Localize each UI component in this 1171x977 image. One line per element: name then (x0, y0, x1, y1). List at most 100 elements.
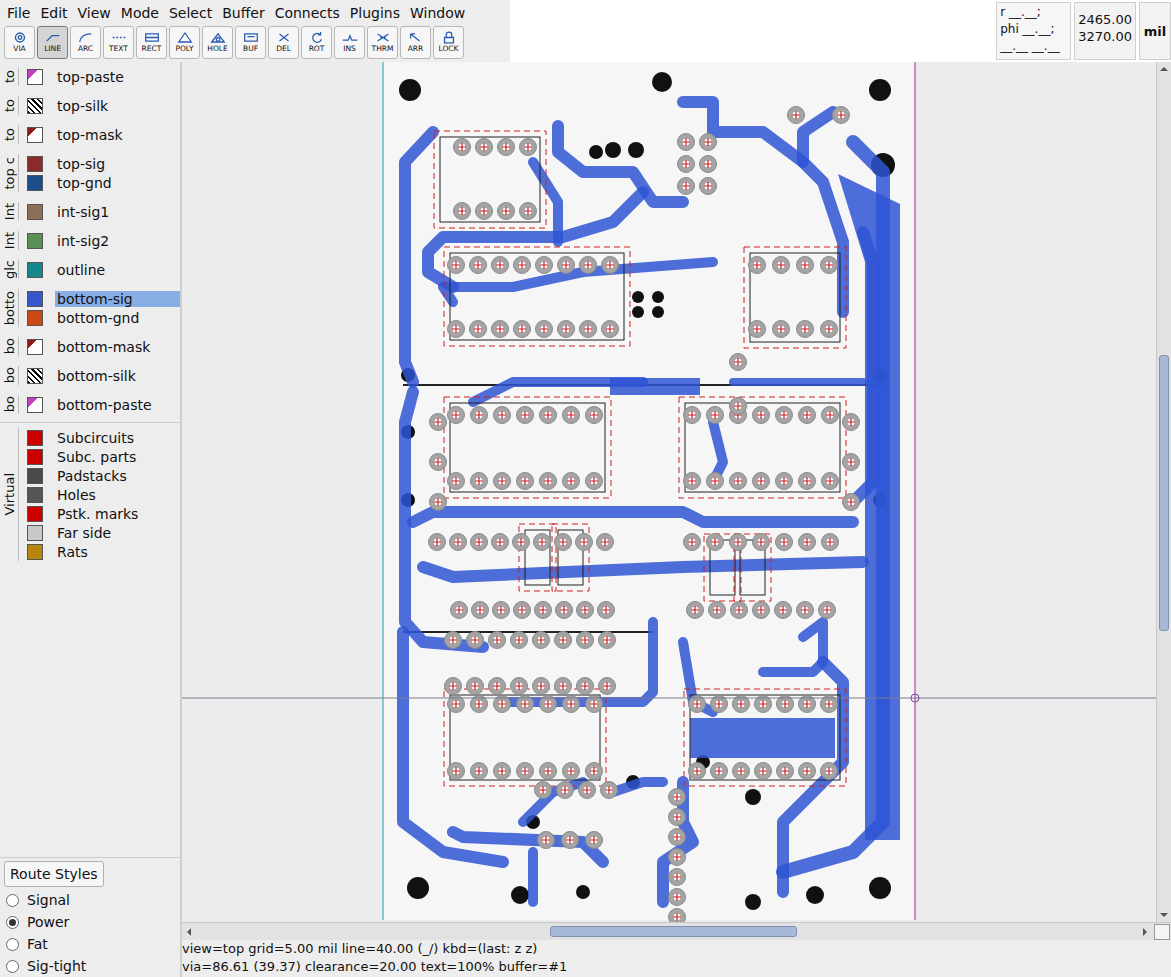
pad[interactable] (498, 139, 515, 156)
layer-swatch[interactable] (27, 339, 43, 355)
part-outline[interactable] (744, 247, 846, 348)
trace[interactable] (423, 562, 863, 577)
group-label[interactable]: Int (0, 202, 19, 221)
pad[interactable] (511, 632, 528, 649)
pad[interactable] (555, 632, 572, 649)
pad[interactable] (687, 602, 704, 619)
pad[interactable] (776, 534, 793, 551)
tool-button[interactable]: INS (334, 26, 365, 59)
layer-swatch[interactable] (27, 310, 43, 326)
group-label[interactable]: glc (0, 260, 19, 279)
pad[interactable] (448, 321, 465, 338)
pad[interactable] (534, 534, 551, 551)
tool-button[interactable]: BUF (235, 26, 266, 59)
pad[interactable] (598, 602, 615, 619)
part-outline[interactable] (704, 534, 741, 601)
pad[interactable] (493, 602, 510, 619)
pad[interactable] (821, 257, 838, 274)
pad[interactable] (678, 134, 695, 151)
pad[interactable] (799, 407, 816, 424)
pad[interactable] (707, 534, 724, 551)
pad[interactable] (773, 257, 790, 274)
pad[interactable] (580, 321, 597, 338)
trace[interactable] (683, 102, 843, 312)
pad[interactable] (669, 909, 686, 923)
board-drawing[interactable] (182, 62, 1156, 922)
radio-icon[interactable] (6, 916, 19, 929)
trace[interactable] (428, 192, 643, 287)
group-label[interactable]: to (0, 67, 19, 86)
pad[interactable] (586, 832, 603, 849)
pad[interactable] (822, 473, 839, 490)
pad[interactable] (471, 407, 488, 424)
layer-row[interactable]: bottom-sig (19, 289, 180, 308)
pad[interactable] (776, 407, 793, 424)
tool-button[interactable]: ROT (301, 26, 332, 59)
pad[interactable] (797, 321, 814, 338)
layer-row[interactable]: top-mask (19, 125, 180, 144)
layer-swatch[interactable] (27, 262, 43, 278)
trace[interactable] (558, 126, 683, 202)
pad[interactable] (753, 407, 770, 424)
pad[interactable] (558, 321, 575, 338)
pad[interactable] (601, 782, 618, 799)
pad[interactable] (520, 203, 537, 220)
pad[interactable] (599, 632, 616, 649)
scroll-thumb[interactable] (550, 926, 797, 937)
pad[interactable] (843, 494, 860, 511)
pad[interactable] (430, 494, 447, 511)
menu-item[interactable]: Connects (270, 5, 345, 21)
layer-swatch[interactable] (27, 544, 43, 560)
layer-row[interactable]: Subcircuits (19, 428, 180, 447)
pad[interactable] (555, 534, 572, 551)
layer-row[interactable]: bottom-paste (19, 395, 180, 414)
tool-button[interactable]: DEL (268, 26, 299, 59)
tool-button[interactable]: HOLE (202, 26, 233, 59)
scroll-thumb[interactable] (1159, 355, 1169, 632)
pad[interactable] (445, 632, 462, 649)
layer-row[interactable]: bottom-silk (19, 366, 180, 385)
pad[interactable] (448, 257, 465, 274)
pad[interactable] (579, 782, 596, 799)
copper-polygon[interactable] (838, 174, 900, 840)
pad[interactable] (773, 321, 790, 338)
pad[interactable] (454, 139, 471, 156)
part-outline[interactable] (444, 247, 630, 346)
layer-row[interactable]: top-paste (19, 67, 180, 86)
pad[interactable] (470, 321, 487, 338)
pad[interactable] (821, 321, 838, 338)
layer-row[interactable]: Pstk. marks (19, 504, 180, 523)
layer-swatch[interactable] (27, 127, 43, 143)
pad[interactable] (494, 763, 511, 780)
pad[interactable] (753, 534, 770, 551)
pad[interactable] (730, 354, 747, 371)
pad[interactable] (730, 398, 747, 415)
pad[interactable] (467, 632, 484, 649)
pad[interactable] (669, 829, 686, 846)
pad[interactable] (707, 473, 724, 490)
pad[interactable] (492, 534, 509, 551)
pad[interactable] (430, 454, 447, 471)
layer-swatch[interactable] (27, 506, 43, 522)
layer-swatch[interactable] (27, 368, 43, 384)
pad[interactable] (533, 632, 550, 649)
pad[interactable] (669, 869, 686, 886)
trace[interactable] (763, 622, 823, 672)
pad[interactable] (730, 473, 747, 490)
menu-item[interactable]: Window (405, 5, 470, 21)
trace[interactable] (413, 512, 853, 522)
trace[interactable] (613, 782, 663, 792)
scroll-down-icon[interactable] (1157, 908, 1171, 922)
pad[interactable] (749, 257, 766, 274)
pad[interactable] (733, 763, 750, 780)
layer-row[interactable]: int-sig2 (19, 231, 180, 250)
radio-icon[interactable] (6, 960, 19, 973)
pad[interactable] (448, 473, 465, 490)
trace[interactable] (683, 642, 713, 712)
pad[interactable] (586, 763, 603, 780)
pad[interactable] (580, 257, 597, 274)
pad[interactable] (454, 203, 471, 220)
route-styles-button[interactable]: Route Styles (4, 861, 104, 887)
pad[interactable] (429, 534, 446, 551)
pad[interactable] (684, 407, 701, 424)
